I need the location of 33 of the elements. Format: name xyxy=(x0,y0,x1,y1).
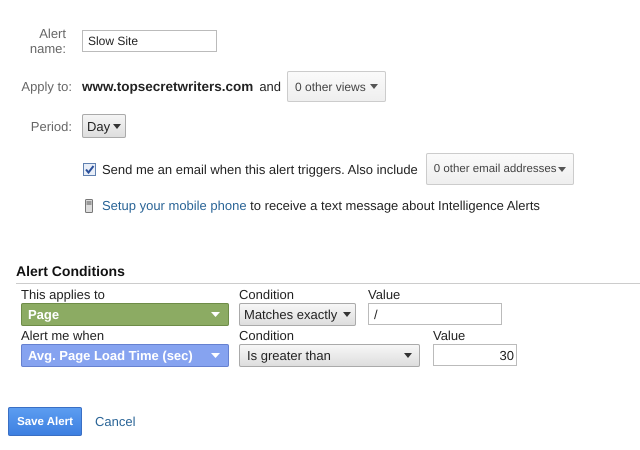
caret-icon xyxy=(404,353,412,358)
views-dropdown[interactable]: 0 other views xyxy=(287,71,386,102)
section-heading: Alert Conditions xyxy=(16,263,640,284)
caret-icon xyxy=(343,312,351,317)
column-label: This applies to xyxy=(21,287,106,303)
caret-icon xyxy=(211,312,220,317)
value-field[interactable]: / xyxy=(368,303,502,325)
column-label: Condition xyxy=(239,287,295,303)
field-label: Alert name: xyxy=(28,26,66,56)
value-field[interactable]: 30 xyxy=(433,344,517,366)
checkbox-label: Send me an email when this alert triggers. Also include xyxy=(102,162,418,176)
site-name: www.topsecretwriters.com xyxy=(82,79,254,94)
caret-icon xyxy=(211,353,220,358)
field-label: Period: xyxy=(30,118,72,134)
phone-icon xyxy=(85,198,93,212)
condition-dropdown[interactable]: Is greater than xyxy=(239,344,420,367)
alert-name-field[interactable]: Slow Site xyxy=(82,30,217,52)
field-label: Apply to: xyxy=(20,79,72,94)
mobile-sentence: Setup your mobile phone to receive a text message about Intelligence Alerts xyxy=(102,198,540,213)
setup-phone-link[interactable]: Setup your mobile phone xyxy=(102,198,247,213)
column-label: Value xyxy=(433,328,466,344)
condition-dropdown[interactable]: Matches exactly xyxy=(239,303,356,326)
caret-icon xyxy=(370,84,378,89)
cancel-link[interactable]: Cancel xyxy=(95,414,136,429)
caret-icon xyxy=(113,124,122,128)
column-label: Value xyxy=(368,287,402,303)
email-checkbox[interactable] xyxy=(83,162,96,176)
column-label: Alert me when xyxy=(21,328,106,344)
caret-icon xyxy=(558,166,566,172)
period-dropdown[interactable]: Day xyxy=(82,114,126,138)
column-label: Condition xyxy=(239,328,295,344)
email-addresses-dropdown[interactable]: 0 other email addresses xyxy=(426,153,574,185)
connector-text: and xyxy=(259,79,282,94)
